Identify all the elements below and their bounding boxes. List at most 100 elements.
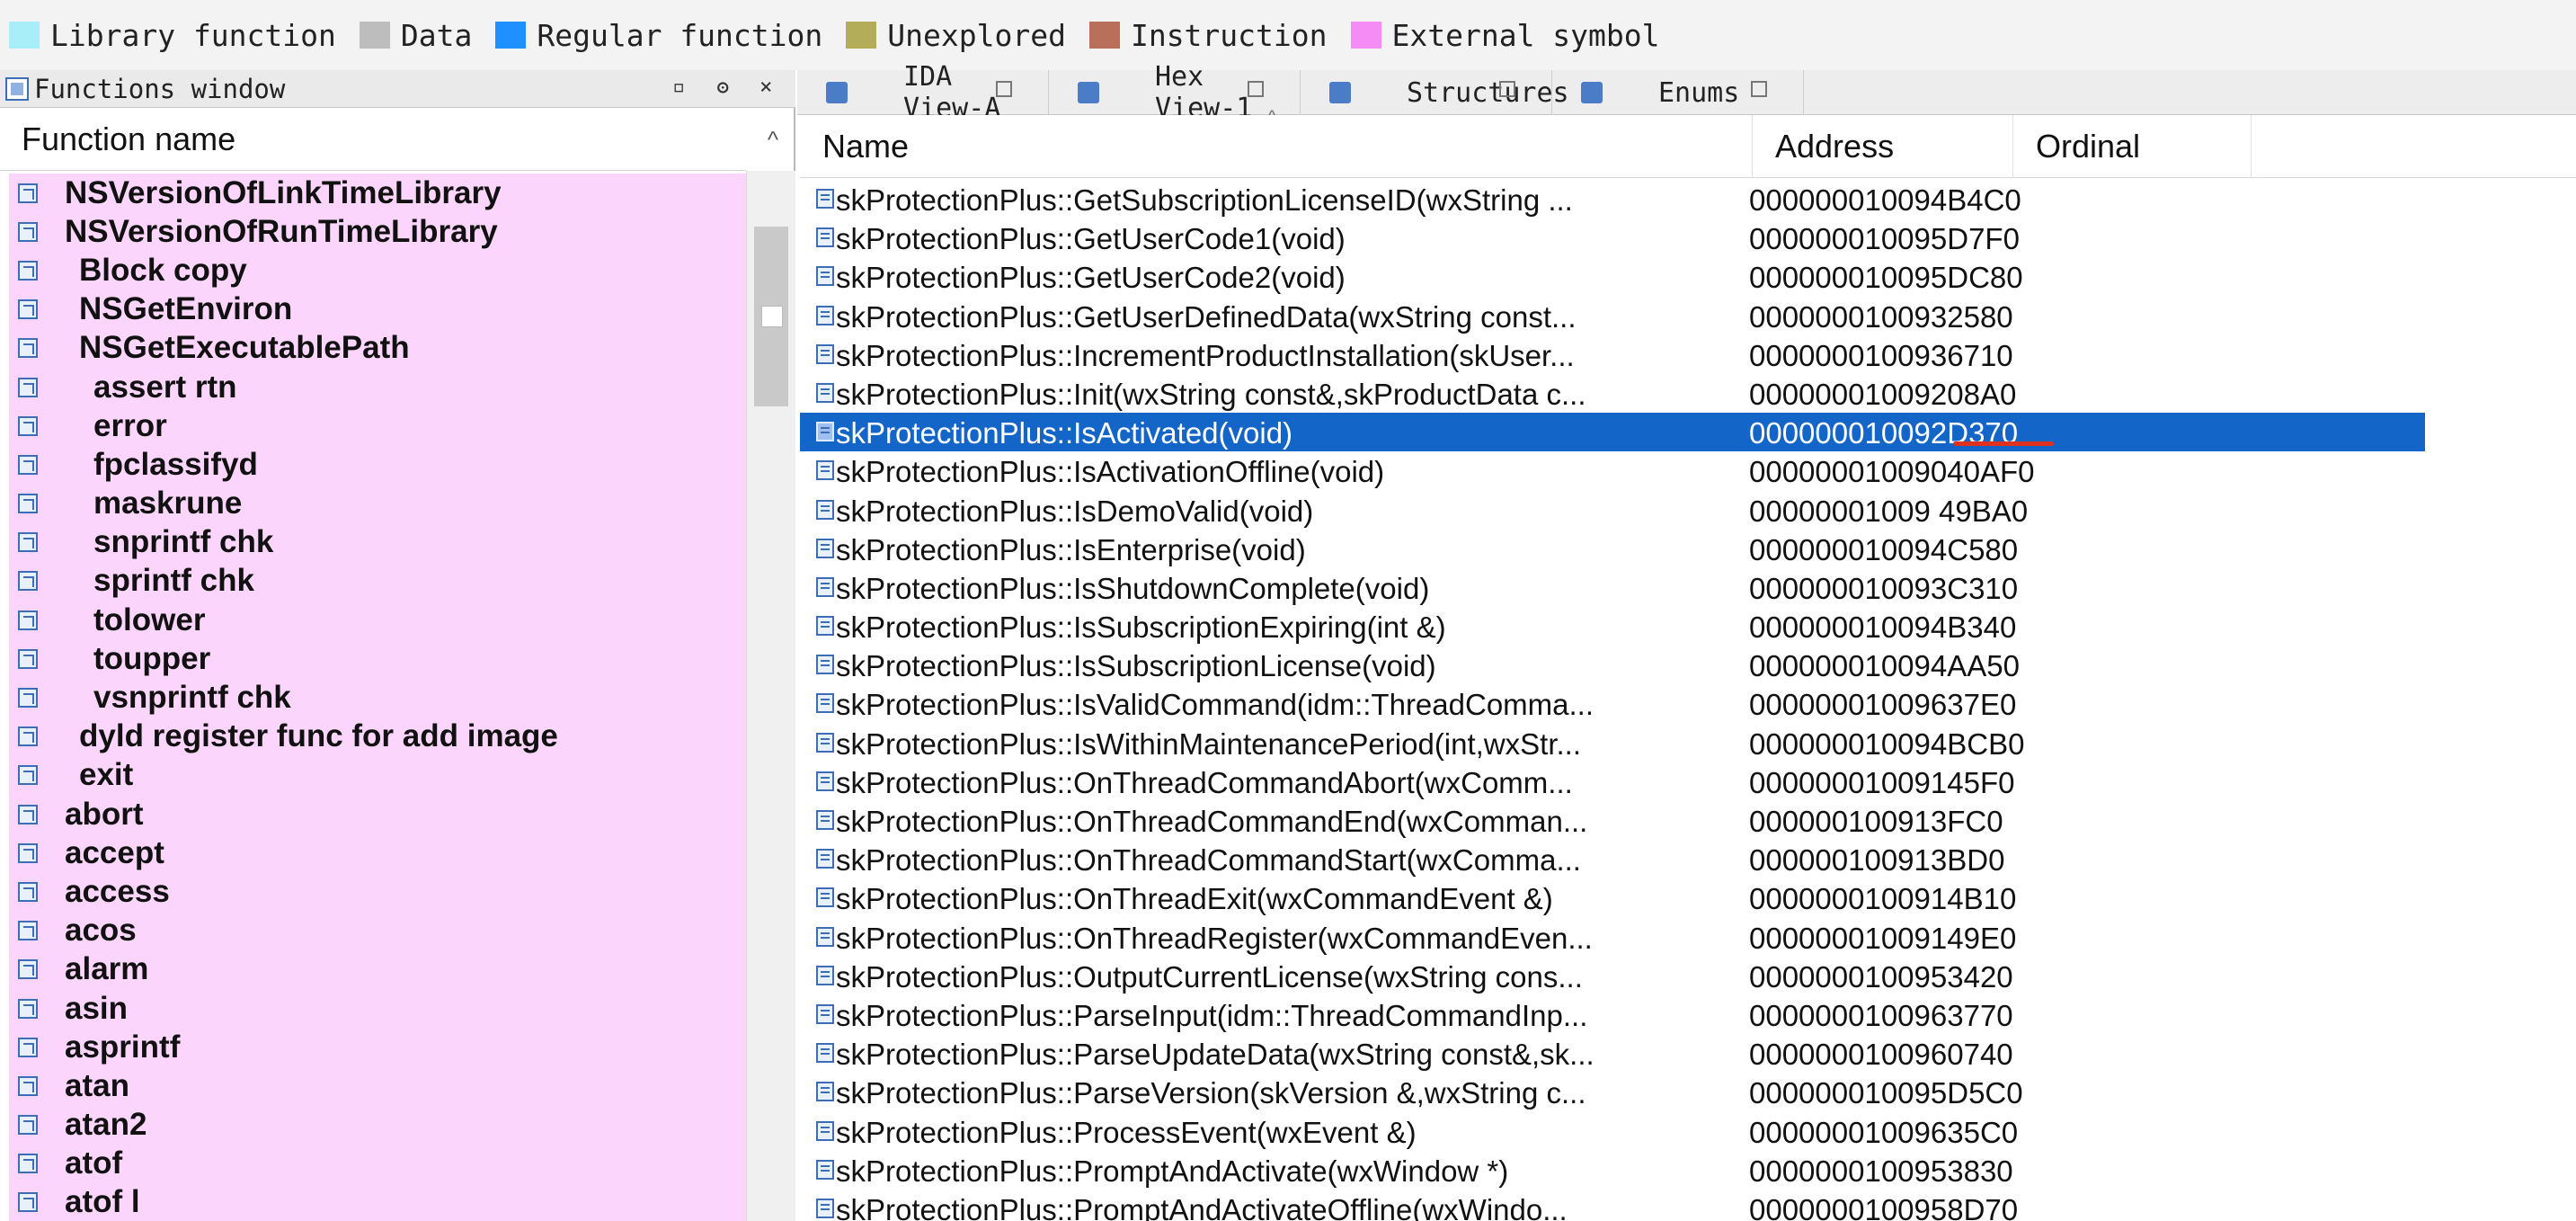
table-row[interactable]: skProtectionPlus::OnThreadCommandStart(w… (800, 840, 2576, 878)
table-row[interactable]: skProtectionPlus::ProcessEvent(wxEvent &… (800, 1112, 2576, 1151)
function-list-item[interactable]: exit (9, 756, 746, 795)
function-list-item[interactable]: NSGetExecutablePath (9, 329, 746, 368)
export-function-icon (816, 616, 834, 637)
function-list-item[interactable]: Block copy (9, 251, 746, 290)
tab-close-icon[interactable] (1248, 81, 1264, 97)
function-list-item[interactable]: abort (9, 795, 746, 833)
table-row[interactable]: skProtectionPlus::GetUserDefinedData(wxS… (800, 297, 2576, 335)
function-name: error (93, 407, 167, 443)
cell-address: 000000010095D7F0 (1749, 222, 2020, 256)
legend-label: Regular function (537, 17, 823, 53)
table-row[interactable]: skProtectionPlus::Init(wxString const&,s… (800, 374, 2576, 413)
function-list-item[interactable]: atof (9, 1145, 746, 1183)
function-name: asin (65, 990, 129, 1026)
column-header-address[interactable]: Address (1753, 115, 2013, 178)
function-list-item[interactable]: atan (9, 1066, 746, 1105)
sort-ascending-icon[interactable]: ^ (751, 108, 795, 171)
table-row[interactable]: skProtectionPlus::OutputCurrentLicense(w… (800, 957, 2576, 995)
functions-scrollbar[interactable] (746, 171, 795, 1221)
table-row[interactable]: skProtectionPlus::IsWithinMaintenancePer… (800, 724, 2576, 762)
function-list-item[interactable]: NSVersionOfLinkTimeLibrary (9, 174, 746, 212)
function-list-item[interactable]: access (9, 872, 746, 911)
function-icon (18, 377, 38, 397)
function-list-item[interactable]: tolower (9, 601, 746, 639)
function-list-item[interactable]: snprintf chk (9, 523, 746, 562)
function-list-item[interactable]: accept (9, 833, 746, 872)
exports-table-header: Name Address Ordinal (800, 115, 2576, 178)
tab-hex-view-1[interactable]: Hex View-1 (1049, 61, 1301, 124)
float-icon[interactable]: ʘ (716, 74, 729, 99)
table-row[interactable]: skProtectionPlus::IsValidCommand(idm::Th… (800, 684, 2576, 723)
tab-enums[interactable]: Enums (1552, 70, 1804, 115)
function-list-item[interactable]: atof l (9, 1183, 746, 1221)
function-list-item[interactable]: fpclassifyd (9, 445, 746, 484)
export-function-icon (816, 1082, 834, 1102)
tab-close-icon[interactable] (996, 81, 1012, 97)
table-row[interactable]: skProtectionPlus::ParseUpdateData(wxStri… (800, 1034, 2576, 1073)
function-list-item[interactable]: error (9, 406, 746, 445)
table-row[interactable]: skProtectionPlus::ParseInput(idm::Thread… (800, 995, 2576, 1034)
cell-name: skProtectionPlus::OnThreadCommandEnd(wxC… (836, 805, 1588, 838)
tab-structures[interactable]: Structures (1301, 70, 1569, 115)
cell-name: skProtectionPlus::IsWithinMaintenancePer… (836, 726, 1582, 761)
cell-address: 0000000100953830 (1749, 1154, 2013, 1188)
function-list-item[interactable]: sprintf chk (9, 562, 746, 601)
table-row[interactable]: skProtectionPlus::OnThreadCommandAbort(w… (800, 762, 2576, 801)
tab-close-icon[interactable] (1499, 81, 1515, 97)
close-icon[interactable]: × (759, 74, 772, 99)
function-name: fpclassifyd (93, 446, 258, 482)
function-list-item[interactable]: NSGetEnviron (9, 290, 746, 329)
table-row-selected[interactable]: skProtectionPlus::IsActivated(void) 00000… (800, 413, 2425, 452)
export-function-icon (816, 1198, 834, 1218)
export-function-icon (816, 266, 834, 287)
function-list-item[interactable]: assert rtn (9, 368, 746, 406)
function-list-item[interactable]: atan2 (9, 1106, 746, 1145)
cell-name: skProtectionPlus::IsShutdownComplete(voi… (836, 571, 1430, 605)
table-row[interactable]: skProtectionPlus::IsActivationOffline(vo… (800, 451, 2576, 490)
red-underline-annotation (1953, 441, 2054, 446)
table-row[interactable]: skProtectionPlus::PromptAndActivateOffli… (800, 1190, 2576, 1221)
function-name: atan (65, 1067, 129, 1103)
table-row[interactable]: skProtectionPlus::ParseVersion(skVersion… (800, 1073, 2576, 1111)
tab-close-icon[interactable] (1751, 81, 1767, 97)
function-list-item[interactable]: toupper (9, 639, 746, 678)
function-icon (18, 221, 38, 242)
legend-label: Data (400, 17, 473, 53)
legend-label: Unexplored (887, 17, 1066, 53)
table-row[interactable]: skProtectionPlus::IsEnterprise(void) 0000… (800, 530, 2576, 568)
table-row[interactable]: skProtectionPlus::GetUserCode1(void) 0000… (800, 218, 2576, 257)
column-header-name[interactable]: Name (800, 115, 1753, 178)
table-row[interactable]: skProtectionPlus::OnThreadRegister(wxCom… (800, 918, 2576, 957)
table-row[interactable]: skProtectionPlus::IsSubscriptionLicense(… (800, 646, 2576, 684)
legend-swatch (495, 22, 527, 49)
function-list-item[interactable]: acos (9, 912, 746, 950)
function-name: NSGetExecutablePath (79, 330, 410, 366)
function-list-item[interactable]: maskrune (9, 485, 746, 523)
functions-window-titlebar: Functions window ▫ ʘ × (0, 70, 795, 108)
export-function-icon (816, 538, 834, 558)
column-header-ordinal[interactable]: Ordinal (2013, 115, 2252, 178)
function-name: vsnprintf chk (93, 680, 291, 716)
export-function-icon (816, 810, 834, 830)
function-list-item[interactable]: dyld register func for add image (9, 717, 746, 756)
table-row[interactable]: skProtectionPlus::IsDemoValid(void) 00000… (800, 491, 2576, 530)
cell-name: skProtectionPlus::IsActivationOffline(vo… (836, 455, 1385, 489)
table-row[interactable]: skProtectionPlus::GetSubscriptionLicense… (800, 180, 2576, 218)
restore-icon[interactable]: ▫ (672, 74, 685, 99)
table-row[interactable]: skProtectionPlus::IncrementProductInstal… (800, 335, 2576, 374)
color-legend-bar: Library function Data Regular function Unex… (0, 0, 2576, 70)
table-row[interactable]: skProtectionPlus::OnThreadCommandEnd(wxC… (800, 801, 2576, 840)
function-list-item[interactable]: vsnprintf chk (9, 678, 746, 717)
function-list-item[interactable]: alarm (9, 950, 746, 989)
function-list-item[interactable]: NSVersionOfRunTimeLibrary (9, 212, 746, 251)
table-row[interactable]: skProtectionPlus::GetUserCode2(void) 0000… (800, 257, 2576, 296)
table-row[interactable]: skProtectionPlus::IsSubscriptionExpiring… (800, 607, 2576, 646)
tab-ida-view-a[interactable]: IDA View-A (797, 61, 1049, 124)
table-row[interactable]: skProtectionPlus::PromptAndActivate(wxWi… (800, 1151, 2576, 1190)
table-row[interactable]: skProtectionPlus::IsShutdownComplete(voi… (800, 568, 2576, 607)
function-list-item[interactable]: asin (9, 989, 746, 1028)
table-row[interactable]: skProtectionPlus::OnThreadExit(wxCommand… (800, 878, 2576, 917)
legend-item: Unexplored (846, 18, 1066, 53)
function-list-item[interactable]: asprintf (9, 1028, 746, 1066)
function-name-column-header[interactable]: Function name (0, 108, 746, 171)
